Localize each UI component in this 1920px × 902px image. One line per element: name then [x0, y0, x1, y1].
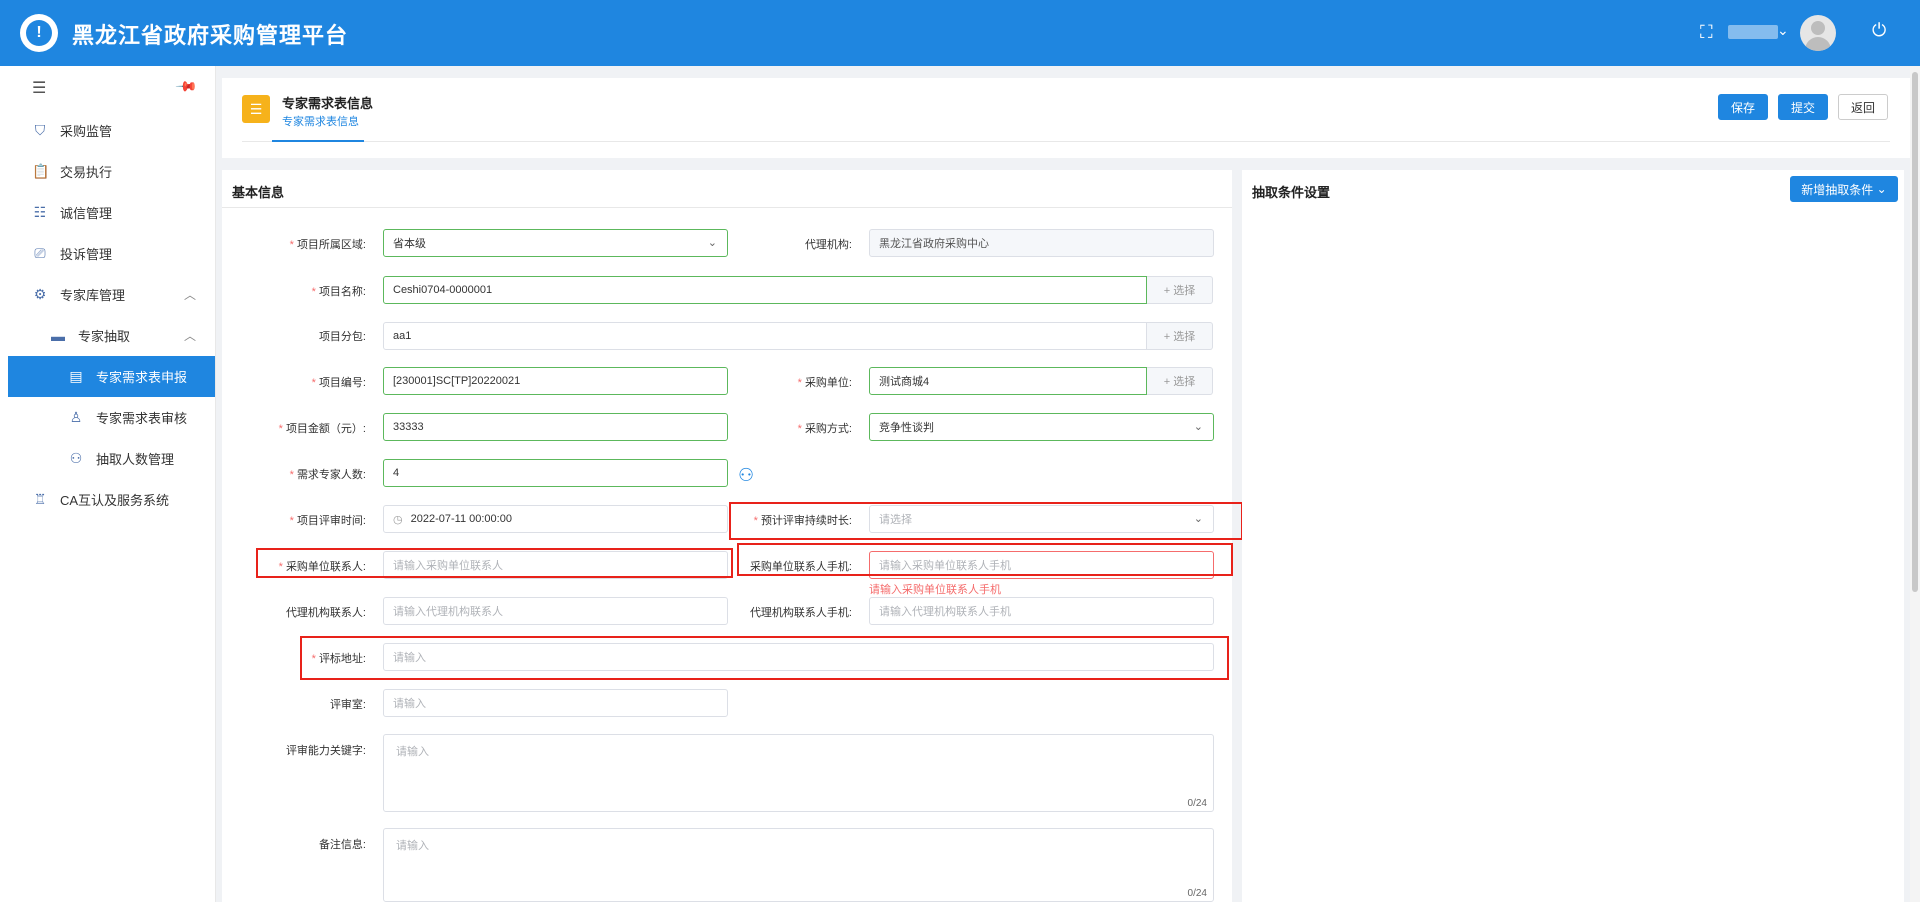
extraction-conditions-panel: 抽取条件设置 新增抽取条件 ⌄ [1242, 170, 1904, 902]
agency-contact-input[interactable]: 请输入代理机构联系人 [383, 597, 728, 625]
document-icon: ☰ [242, 95, 270, 123]
remarks-label: 备注信息: [318, 839, 366, 851]
scrollbar-thumb[interactable] [1912, 72, 1918, 592]
remarks-textarea[interactable]: 请输入 0/24 [383, 828, 1214, 902]
project-no-label: * 项目编号: [311, 377, 366, 389]
sidebar-item-procurement-supervision[interactable]: ⛉ 采购监管 [0, 110, 216, 151]
sidebar-item-expert-extraction[interactable]: ▬ 专家抽取 ︿ [0, 315, 216, 356]
chevron-down-icon[interactable]: ⌄ [1777, 22, 1789, 39]
review-time-picker[interactable]: ◷ 2022-07-11 00:00:00 [383, 505, 728, 533]
purchaser-select-button[interactable]: + 选择 [1147, 367, 1213, 395]
contact-phone-error: 请输入采购单位联系人手机 [869, 584, 1001, 596]
amount-label: * 项目金额（元）: [278, 423, 366, 435]
fullscreen-icon[interactable]: ⛶ [1700, 22, 1713, 43]
page-title: 专家需求表信息 [282, 96, 374, 111]
project-name-label: * 项目名称: [311, 286, 366, 298]
sidebar: ☰ 📌 ⛉ 采购监管 📋 交易执行 ☷ 诚信管理 ⎚ 投诉管理 ⚙ 专家库管理 ︿ ▬ 专家… [0, 66, 216, 902]
power-icon[interactable]: ⏻ [1872, 20, 1886, 41]
keywords-label: 评审能力关键字: [285, 745, 366, 757]
form-icon: ▤ [69, 368, 83, 384]
people-icon: ⚇ [69, 450, 83, 466]
app-logo: ! [20, 14, 58, 52]
package-input[interactable]: aa1 [383, 322, 1147, 350]
highlight-box [300, 636, 1229, 680]
region-label: * 项目所属区域: [289, 239, 366, 251]
back-button[interactable]: 返回 [1838, 94, 1888, 120]
monitor-icon: ▬ [51, 327, 65, 344]
purchaser-input[interactable]: 测试商城4 [869, 367, 1147, 395]
highlight-box [729, 502, 1243, 540]
avatar[interactable] [1800, 15, 1836, 51]
username-masked[interactable] [1728, 25, 1778, 39]
method-select[interactable]: 竞争性谈判 ⌄ [869, 413, 1214, 441]
sidebar-item-demand-review[interactable]: ♙ 专家需求表审核 [0, 397, 216, 438]
add-condition-button[interactable]: 新增抽取条件 ⌄ [1790, 176, 1898, 202]
agency-label: 代理机构: [804, 239, 852, 251]
amount-input[interactable]: 33333 [383, 413, 728, 441]
char-counter: 0/24 [1187, 888, 1207, 899]
menu-icon[interactable]: ☰ [32, 78, 46, 98]
sidebar-item-count-manage[interactable]: ⚇ 抽取人数管理 [0, 438, 216, 479]
room-input[interactable]: 请输入 [383, 689, 728, 717]
section-header: 基本信息 [222, 170, 1232, 208]
method-label: * 采购方式: [797, 423, 852, 435]
chevron-down-icon: ⌄ [707, 237, 717, 249]
ca-icon: ♖ [33, 491, 47, 507]
highlight-box [737, 543, 1233, 576]
sidebar-item-complaint[interactable]: ⎚ 投诉管理 [0, 233, 216, 274]
people-group-icon[interactable]: ⚇ [738, 465, 754, 486]
project-name-input[interactable]: Ceshi0704-0000001 [383, 276, 1147, 304]
section-title: 抽取条件设置 [1252, 185, 1331, 200]
gear-icon: ⚙ [33, 286, 47, 302]
review-time-label: * 项目评审时间: [289, 515, 366, 527]
list-icon: ☷ [33, 204, 47, 220]
complaint-icon: ⎚ [34, 245, 46, 261]
keywords-textarea[interactable]: 请输入 0/24 [383, 734, 1214, 812]
pin-icon[interactable]: 📌 [175, 74, 199, 98]
clock-icon: ◷ [393, 513, 403, 526]
sidebar-item-expert-library[interactable]: ⚙ 专家库管理 ︿ [0, 274, 216, 315]
package-label: 项目分包: [318, 331, 366, 343]
agency-contact-label: 代理机构联系人: [285, 607, 366, 619]
experts-count-input[interactable]: 4 [383, 459, 728, 487]
sidebar-item-credit[interactable]: ☷ 诚信管理 [0, 192, 216, 233]
project-select-button[interactable]: + 选择 [1147, 276, 1213, 304]
active-tab-indicator [272, 140, 364, 142]
chevron-up-icon: ︿ [183, 288, 196, 302]
package-select-button[interactable]: + 选择 [1147, 322, 1213, 350]
title-card: ☰ 专家需求表信息 专家需求表信息 保存 提交 返回 [222, 78, 1910, 158]
save-button[interactable]: 保存 [1718, 94, 1768, 120]
highlight-box [256, 548, 733, 578]
person-icon: ♙ [69, 409, 83, 425]
top-header: ! 黑龙江省政府采购管理平台 ⛶ ⌄ ⏻ [0, 0, 1920, 66]
project-no-input[interactable]: [230001]SC[TP]20220021 [383, 367, 728, 395]
region-select[interactable]: 省本级 ⌄ [383, 229, 728, 257]
chevron-up-icon: ︿ [183, 329, 196, 343]
section-title: 基本信息 [232, 185, 285, 200]
agency-phone-input[interactable]: 请输入代理机构联系人手机 [869, 597, 1214, 625]
shield-logo-icon: ! [26, 20, 52, 46]
purchaser-label: * 采购单位: [797, 377, 852, 389]
clipboard-icon: 📋 [32, 163, 50, 179]
char-counter: 0/24 [1187, 798, 1207, 809]
chevron-down-icon: ⌄ [1193, 421, 1203, 433]
agency-field: 黑龙江省政府采购中心 [869, 229, 1214, 257]
sidebar-item-demand-declare[interactable]: ▤ 专家需求表申报 [8, 356, 215, 397]
sidebar-item-transaction[interactable]: 📋 交易执行 [0, 151, 216, 192]
submit-button[interactable]: 提交 [1778, 94, 1828, 120]
room-label: 评审室: [329, 699, 366, 711]
experts-label: * 需求专家人数: [289, 469, 366, 481]
shield-icon: ⛉ [34, 122, 46, 138]
tab-expert-demand[interactable]: 专家需求表信息 [282, 113, 359, 129]
sidebar-item-ca-system[interactable]: ♖ CA互认及服务系统 [0, 479, 216, 520]
agency-phone-label: 代理机构联系人手机: [749, 607, 852, 619]
app-title: 黑龙江省政府采购管理平台 [72, 23, 349, 48]
divider [242, 141, 1890, 142]
